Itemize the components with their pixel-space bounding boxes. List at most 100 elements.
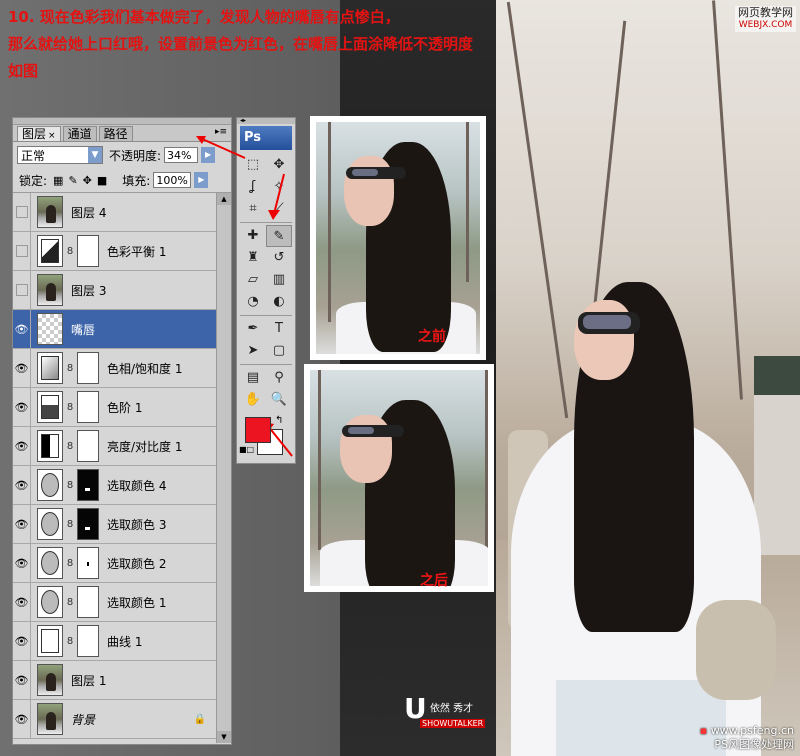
foreground-color-swatch[interactable] — [245, 417, 271, 443]
tab-paths[interactable]: 路径 — [98, 126, 133, 141]
dodge-tool-icon[interactable]: ◐ — [266, 291, 292, 313]
tab-channels[interactable]: 通道 — [62, 126, 97, 141]
lock-transparency-icon[interactable]: ▦ — [53, 174, 68, 187]
chain-link-icon[interactable]: 8 — [65, 402, 75, 413]
eye-icon[interactable]: 👁 — [13, 310, 31, 348]
layer-row[interactable]: 👁 图层 1 — [13, 661, 216, 700]
chain-link-icon[interactable]: 8 — [65, 519, 75, 530]
layer-row[interactable]: 👁 8 选取颜色 2 — [13, 544, 216, 583]
chain-link-icon[interactable]: 8 — [65, 558, 75, 569]
brush-tool-icon[interactable]: ✎ — [266, 225, 292, 247]
toolbox-title-bar[interactable]: ◂▸ — [237, 118, 295, 124]
instruction-line-3: 如图 — [8, 62, 39, 80]
layer-thumbnail[interactable] — [37, 196, 63, 228]
eye-icon[interactable]: 👁 — [13, 583, 31, 621]
eye-icon[interactable]: 👁 — [13, 505, 31, 543]
chain-link-icon[interactable]: 8 — [65, 246, 75, 257]
fill-input[interactable]: 100% — [153, 172, 192, 188]
clone-stamp-tool-icon[interactable]: ♜ — [240, 247, 266, 269]
layer-row[interactable]: 👁 8 选取颜色 4 — [13, 466, 216, 505]
layer-row[interactable]: 👁 8 亮度/对比度 1 — [13, 427, 216, 466]
visibility-toggle[interactable] — [13, 232, 31, 270]
layer-thumbnail[interactable] — [37, 547, 63, 579]
healing-brush-tool-icon[interactable]: ✚ — [240, 225, 266, 247]
layer-row[interactable]: 👁 8 曲线 1 — [13, 622, 216, 661]
layer-thumbnail[interactable] — [37, 391, 63, 423]
eye-icon[interactable]: 👁 — [13, 544, 31, 582]
notes-tool-icon[interactable]: ▤ — [240, 367, 266, 389]
eye-icon[interactable]: 👁 — [13, 700, 31, 738]
layer-mask-thumbnail[interactable] — [77, 352, 99, 384]
tab-layers[interactable]: 图层 × — [17, 126, 61, 141]
lock-icons[interactable]: ▦✎✥■ — [53, 174, 112, 187]
layer-mask-thumbnail[interactable] — [77, 235, 99, 267]
scroll-up-icon[interactable]: ▲ — [217, 193, 231, 205]
shape-tool-icon[interactable]: ▢ — [266, 340, 292, 362]
blend-mode-select[interactable]: 正常 ▼ — [17, 146, 103, 164]
layer-thumbnail[interactable] — [37, 586, 63, 618]
layer-thumbnail[interactable] — [37, 352, 63, 384]
layer-row[interactable]: 👁 嘴唇 — [13, 310, 216, 349]
eyedropper-tool-icon[interactable]: ⚲ — [266, 367, 292, 389]
layer-row[interactable]: 👁 8 选取颜色 3 — [13, 505, 216, 544]
zoom-tool-icon[interactable]: 🔍 — [266, 389, 292, 411]
history-brush-tool-icon[interactable]: ↺ — [266, 247, 292, 269]
layer-thumbnail[interactable] — [37, 664, 63, 696]
layer-mask-thumbnail[interactable] — [77, 391, 99, 423]
visibility-toggle[interactable] — [13, 271, 31, 309]
eye-icon[interactable]: 👁 — [13, 427, 31, 465]
path-selection-tool-icon[interactable]: ➤ — [240, 340, 266, 362]
layer-thumbnail[interactable] — [37, 508, 63, 540]
layer-thumbnail[interactable] — [37, 469, 63, 501]
lock-all-icon[interactable]: ■ — [97, 174, 112, 187]
layer-mask-thumbnail[interactable] — [77, 586, 99, 618]
layer-name: 背景 — [71, 712, 96, 727]
fill-slider-button[interactable]: ▶ — [194, 172, 209, 188]
eye-icon[interactable]: 👁 — [13, 466, 31, 504]
eye-icon[interactable]: 👁 — [13, 349, 31, 387]
chain-link-icon[interactable]: 8 — [65, 441, 75, 452]
layers-scrollbar[interactable]: ▲ ▼ — [216, 193, 231, 743]
eye-icon[interactable]: 👁 — [13, 388, 31, 426]
eye-icon[interactable]: 👁 — [13, 661, 31, 699]
blur-tool-icon[interactable]: ◔ — [240, 291, 266, 313]
scroll-down-icon[interactable]: ▼ — [217, 731, 231, 743]
chain-link-icon[interactable]: 8 — [65, 597, 75, 608]
type-tool-icon[interactable]: T — [266, 318, 292, 340]
layer-thumbnail[interactable] — [37, 235, 63, 267]
layers-panel: 图层 × 通道 路径 ▸≡ 正常 ▼ 不透明度: 34% ▶ 锁定: ▦✎✥■ 填… — [12, 117, 232, 745]
layer-mask-thumbnail[interactable] — [77, 508, 99, 540]
lock-paint-icon[interactable]: ✎ — [68, 174, 82, 187]
layer-mask-thumbnail[interactable] — [77, 625, 99, 657]
layer-row[interactable]: 8 色彩平衡 1 — [13, 232, 216, 271]
chain-link-icon[interactable]: 8 — [65, 480, 75, 491]
close-icon[interactable]: × — [48, 131, 56, 141]
pen-tool-icon[interactable]: ✒ — [240, 318, 266, 340]
layer-thumbnail[interactable] — [37, 430, 63, 462]
layer-mask-thumbnail[interactable] — [77, 547, 99, 579]
hand-tool-icon[interactable]: ✋ — [240, 389, 266, 411]
layer-row[interactable]: 👁 8 色阶 1 — [13, 388, 216, 427]
chain-link-icon[interactable]: 8 — [65, 636, 75, 647]
layer-mask-thumbnail[interactable] — [77, 430, 99, 462]
layer-thumbnail[interactable] — [37, 703, 63, 735]
eraser-tool-icon[interactable]: ▱ — [240, 269, 266, 291]
eye-icon[interactable]: 👁 — [13, 622, 31, 660]
panel-title-bar[interactable] — [13, 118, 231, 125]
layer-mask-thumbnail[interactable] — [77, 469, 99, 501]
layer-row[interactable]: 👁 背景 🔒 — [13, 700, 216, 739]
chain-link-icon[interactable]: 8 — [65, 363, 75, 374]
layer-thumbnail[interactable] — [37, 625, 63, 657]
layer-name: 图层 1 — [71, 673, 107, 688]
site-footer: ▪ www.psfeng.cn PS风图像处理网 — [699, 724, 794, 751]
lock-position-icon[interactable]: ✥ — [83, 174, 97, 187]
layer-thumbnail[interactable] — [37, 274, 63, 306]
layer-row[interactable]: 图层 4 — [13, 193, 216, 232]
visibility-toggle[interactable] — [13, 193, 31, 231]
layer-thumbnail[interactable] — [37, 313, 63, 345]
layer-row[interactable]: 图层 3 — [13, 271, 216, 310]
gradient-tool-icon[interactable]: ▥ — [266, 269, 292, 291]
layer-row[interactable]: 👁 8 色相/饱和度 1 — [13, 349, 216, 388]
layer-row[interactable]: 👁 8 选取颜色 1 — [13, 583, 216, 622]
default-colors-icon[interactable]: ■□ — [239, 445, 254, 454]
